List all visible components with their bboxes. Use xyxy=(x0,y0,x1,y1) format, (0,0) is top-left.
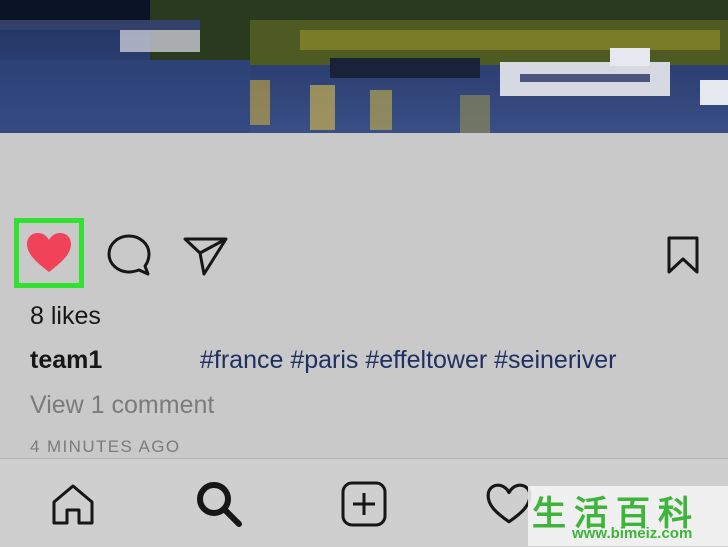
like-button[interactable] xyxy=(14,218,84,288)
post-photo[interactable] xyxy=(0,0,728,133)
save-button[interactable] xyxy=(666,235,700,280)
nav-home[interactable] xyxy=(48,479,98,529)
heart-filled-icon xyxy=(27,233,71,272)
home-icon xyxy=(52,484,94,525)
comment-icon xyxy=(107,234,151,276)
post-timestamp: 4 MINUTES AGO xyxy=(30,437,181,456)
post-hashtags[interactable]: #france #paris #effeltower #seineriver xyxy=(200,346,616,375)
share-button[interactable] xyxy=(182,235,228,282)
add-post-icon xyxy=(341,481,387,527)
nav-search[interactable] xyxy=(194,479,244,529)
post-actions-bar xyxy=(0,215,728,295)
watermark: 生活百科 www.bimeiz.com xyxy=(528,486,728,546)
watermark-url: www.bimeiz.com xyxy=(572,525,693,542)
like-count[interactable]: 8 likes xyxy=(30,302,101,331)
post-username[interactable]: team1 xyxy=(30,346,102,374)
post-caption: team1 #france #paris #effeltower #seiner… xyxy=(30,346,616,375)
view-comments-link[interactable]: View 1 comment xyxy=(30,391,214,420)
search-icon xyxy=(197,482,242,527)
nav-new-post[interactable] xyxy=(339,479,389,529)
nav-activity[interactable] xyxy=(484,479,534,529)
bookmark-icon xyxy=(667,236,699,274)
river-night-scene xyxy=(0,0,728,133)
comment-button[interactable] xyxy=(106,233,152,282)
heart-icon xyxy=(486,483,532,524)
paper-plane-icon xyxy=(183,237,228,276)
